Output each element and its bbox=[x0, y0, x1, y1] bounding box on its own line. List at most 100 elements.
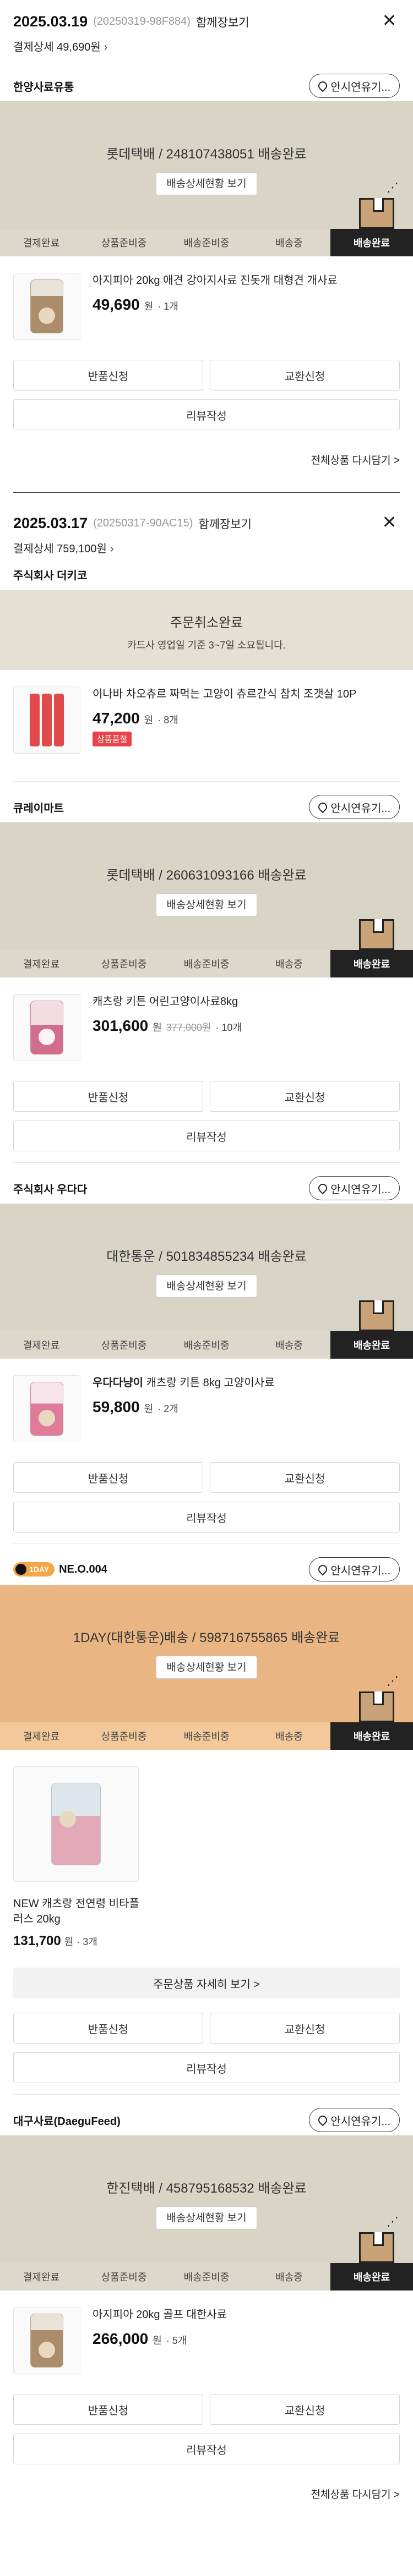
price-unit: 원 bbox=[153, 1022, 162, 1033]
delivery-box-icon bbox=[359, 198, 394, 229]
write-review-button[interactable]: 리뷰작성 bbox=[13, 1502, 400, 1533]
step-preparing-delivery: 배송준비중 bbox=[183, 1731, 230, 1742]
location-pin-icon bbox=[317, 1182, 329, 1195]
tracking-detail-button[interactable]: 배송상세현황 보기 bbox=[156, 1275, 257, 1298]
dog-food-bag-image bbox=[30, 2314, 63, 2368]
shipment-group: 한양사료유통 안시연유기... 롯데택배 / 248107438051 배송완료… bbox=[0, 70, 413, 467]
return-request-button[interactable]: 반품신청 bbox=[13, 360, 203, 391]
product-price: 266,000 bbox=[93, 2330, 149, 2347]
product-name[interactable]: NEW 캐츠랑 전연령 비타플러스 20kg bbox=[13, 1896, 145, 1927]
product-price: 131,700 bbox=[13, 1934, 61, 1948]
notice-button[interactable]: 안시연유기... bbox=[309, 2108, 400, 2132]
product-name[interactable]: 우다다냥이 캐츠랑 키튼 8kg 고양이사료 bbox=[93, 1375, 400, 1391]
product-thumbnail[interactable] bbox=[13, 686, 80, 754]
product-item[interactable]: 아지피아 20kg 애견 강아지사료 진돗개 대형견 개사료 49,690 원 … bbox=[0, 256, 413, 345]
return-request-button[interactable]: 반품신청 bbox=[13, 1462, 203, 1493]
order-card: 2025.03.19 (20250319-98F884) 함께장보기 ✕ 결제상… bbox=[0, 0, 413, 467]
close-icon[interactable]: ✕ bbox=[380, 10, 399, 30]
delivery-status-title: 롯데택배 / 260631093166 배송완료 bbox=[106, 868, 307, 883]
price-unit: 원 bbox=[64, 1936, 74, 1947]
step-preparing-delivery: 배송준비중 bbox=[183, 238, 230, 249]
tracking-detail-button[interactable]: 배송상세현황 보기 bbox=[156, 893, 257, 916]
delivery-box-icon bbox=[359, 919, 394, 950]
step-preparing-product: 상품준비중 bbox=[101, 1340, 147, 1351]
write-review-button[interactable]: 리뷰작성 bbox=[13, 1121, 400, 1151]
write-review-button[interactable]: 리뷰작성 bbox=[13, 2052, 400, 2083]
payment-detail-link[interactable]: 결제상세 49,690원 › bbox=[13, 38, 400, 54]
shipment-divider bbox=[13, 2094, 400, 2095]
reorder-all-link[interactable]: 전체상품 다시담기 > bbox=[0, 2473, 413, 2501]
product-item[interactable]: 이나바 차오츄르 짜먹는 고양이 츄르간식 참치 조갯살 10P 47,200 … bbox=[0, 670, 413, 759]
notice-button-label: 안시연유기... bbox=[330, 802, 390, 815]
product-thumbnail[interactable] bbox=[13, 273, 80, 340]
product-name[interactable]: 아지피아 20kg 골프 대한사료 bbox=[93, 2307, 400, 2322]
tracking-detail-button[interactable]: 배송상세현황 보기 bbox=[156, 2206, 257, 2229]
product-item[interactable]: NEW 캐츠랑 전연령 비타플러스 20kg 131,700 원 · 3개 bbox=[0, 1750, 413, 1949]
product-item[interactable]: 캐츠랑 키튼 어린고양이사료8kg 301,600 원 377,000원 · 1… bbox=[0, 977, 413, 1067]
cat-food-bag-image bbox=[30, 1001, 63, 1054]
step-preparing-product: 상품준비중 bbox=[101, 1731, 147, 1742]
cancel-status-subtitle: 카드사 영업일 기준 3~7일 소요됩니다. bbox=[127, 640, 286, 651]
order-number: (20250319-98F884) bbox=[93, 15, 191, 28]
sparkle-icon: ⋰ bbox=[387, 2215, 399, 2228]
exchange-request-button[interactable]: 교환신청 bbox=[210, 2013, 400, 2044]
notice-button-label: 안시연유기... bbox=[330, 81, 390, 94]
product-thumbnail[interactable] bbox=[13, 1766, 139, 1882]
order-date: 2025.03.17 bbox=[13, 515, 88, 531]
product-name[interactable]: 캐츠랑 키튼 어린고양이사료8kg bbox=[93, 994, 400, 1009]
product-quantity: · 5개 bbox=[166, 2335, 187, 2346]
exchange-request-button[interactable]: 교환신청 bbox=[210, 360, 400, 391]
delivery-status-title: 한진택배 / 458795168532 배송완료 bbox=[106, 2181, 307, 2196]
shop-together-link[interactable]: 함께장보기 bbox=[196, 14, 249, 30]
chevron-right-icon: › bbox=[104, 41, 108, 53]
return-request-button[interactable]: 반품신청 bbox=[13, 2394, 203, 2425]
notice-button[interactable]: 안시연유기... bbox=[309, 1557, 400, 1581]
product-thumbnail[interactable] bbox=[13, 994, 80, 1061]
delivery-steps: 결제완료 상품준비중 배송준비중 배송중 배송완료 bbox=[0, 1331, 413, 1359]
tracking-detail-button[interactable]: 배송상세현황 보기 bbox=[156, 1656, 257, 1679]
write-review-button[interactable]: 리뷰작성 bbox=[13, 399, 400, 430]
return-request-button[interactable]: 반품신청 bbox=[13, 2013, 203, 2044]
delivery-status-banner: 대한통운 / 501834855234 배송완료 배송상세현황 보기 bbox=[0, 1204, 413, 1331]
write-review-button[interactable]: 리뷰작성 bbox=[13, 2434, 400, 2464]
exchange-request-button[interactable]: 교환신청 bbox=[210, 2394, 400, 2425]
close-icon[interactable]: ✕ bbox=[380, 512, 399, 532]
delivery-steps: 결제완료 상품준비중 배송준비중 배송중 배송완료 bbox=[0, 2263, 413, 2291]
return-request-button[interactable]: 반품신청 bbox=[13, 1081, 203, 1112]
delivery-status-banner: 1DAY(대한통운)배송 / 598716755865 배송완료 배송상세현황 … bbox=[0, 1585, 413, 1722]
seller-name: 큐레이마트 bbox=[13, 802, 64, 815]
notice-button-label: 안시연유기... bbox=[330, 2115, 390, 2128]
product-thumbnail[interactable] bbox=[13, 2307, 80, 2374]
notice-button[interactable]: 안시연유기... bbox=[309, 795, 400, 819]
product-item[interactable]: 우다다냥이 캐츠랑 키튼 8kg 고양이사료 59,800 원 · 2개 bbox=[0, 1359, 413, 1448]
order-card: 2025.03.17 (20250317-90AC15) 함께장보기 ✕ 결제상… bbox=[0, 493, 413, 2501]
exchange-request-button[interactable]: 교환신청 bbox=[210, 1081, 400, 1112]
location-pin-icon bbox=[317, 2113, 329, 2127]
price-unit: 원 bbox=[144, 301, 154, 312]
tracking-detail-button[interactable]: 배송상세현황 보기 bbox=[156, 172, 257, 195]
product-price: 49,690 bbox=[93, 296, 140, 313]
product-name[interactable]: 아지피아 20kg 애견 강아지사료 진돗개 대형견 개사료 bbox=[93, 273, 400, 288]
shop-together-link[interactable]: 함께장보기 bbox=[198, 515, 252, 532]
product-brand: 우다다냥이 bbox=[93, 1377, 143, 1389]
product-price: 47,200 bbox=[93, 710, 140, 727]
delivery-status-banner: 롯데택배 / 260631093166 배송완료 배송상세현황 보기 bbox=[0, 822, 413, 950]
order-items-detail-button[interactable]: 주문상품 자세히 보기 > bbox=[13, 1968, 400, 1998]
product-thumbnail[interactable] bbox=[13, 1375, 80, 1442]
notice-button[interactable]: 안시연유기... bbox=[309, 74, 400, 98]
product-name[interactable]: 이나바 차오츄르 짜먹는 고양이 츄르간식 참치 조갯살 10P bbox=[93, 686, 400, 702]
delivery-status-title: 롯데택배 / 248107438051 배송완료 bbox=[106, 147, 307, 162]
cancel-status-title: 주문취소완료 bbox=[170, 616, 243, 630]
reorder-all-link[interactable]: 전체상품 다시담기 > bbox=[0, 439, 413, 467]
exchange-request-button[interactable]: 교환신청 bbox=[210, 1462, 400, 1493]
payment-detail-text: 결제상세 49,690원 bbox=[13, 41, 101, 53]
payment-detail-link[interactable]: 결제상세 759,100원 › bbox=[13, 540, 400, 556]
step-paid: 결제완료 bbox=[23, 1731, 60, 1742]
step-preparing-product: 상품준비중 bbox=[101, 959, 147, 970]
step-delivered: 배송완료 bbox=[330, 1722, 413, 1750]
sparkle-icon: ⋰ bbox=[387, 180, 399, 194]
seller-name: 주식회사 우다다 bbox=[13, 1183, 88, 1196]
notice-button[interactable]: 안시연유기... bbox=[309, 1176, 400, 1200]
product-item[interactable]: 아지피아 20kg 골프 대한사료 266,000 원 · 5개 bbox=[0, 2291, 413, 2380]
cat-food-bag-image bbox=[51, 1783, 101, 1865]
